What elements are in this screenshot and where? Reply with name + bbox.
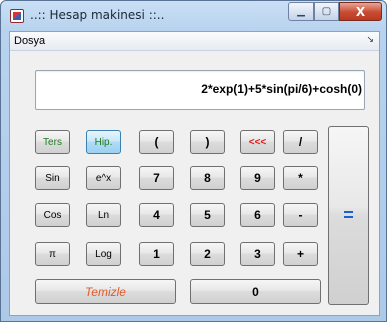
clear-button[interactable]: Temizle: [35, 279, 176, 304]
digit-1-button[interactable]: 1: [139, 242, 174, 266]
digit-7-button[interactable]: 7: [139, 166, 174, 190]
open-paren-button[interactable]: (: [139, 130, 174, 154]
digit-2-button[interactable]: 2: [190, 242, 225, 266]
backspace-button[interactable]: <<<: [240, 130, 275, 154]
close-button[interactable]: X: [339, 2, 382, 21]
menu-bar: Dosya ↘: [10, 32, 379, 51]
divide-button[interactable]: /: [283, 130, 318, 154]
cos-button[interactable]: Cos: [35, 203, 70, 227]
expression-display[interactable]: 2*exp(1)+5*sin(pi/6)+cosh(0): [35, 70, 365, 110]
menu-overflow-icon[interactable]: ↘: [366, 35, 374, 45]
expression-text: 2*exp(1)+5*sin(pi/6)+cosh(0): [201, 82, 362, 96]
exp-button[interactable]: e^x: [86, 166, 121, 190]
calculator-window: ..:: Hesap makinesi ::.. ▁ ▢ X Dosya ↘ 2…: [0, 0, 387, 322]
digit-6-button[interactable]: 6: [240, 203, 275, 227]
digit-8-button[interactable]: 8: [190, 166, 225, 190]
ln-button[interactable]: Ln: [86, 203, 121, 227]
digit-9-button[interactable]: 9: [240, 166, 275, 190]
hip-button[interactable]: Hip.: [86, 130, 121, 154]
client-area: Dosya ↘ 2*exp(1)+5*sin(pi/6)+cosh(0) Ter…: [9, 31, 380, 316]
plus-button[interactable]: +: [283, 242, 318, 266]
minimize-button[interactable]: ▁: [288, 2, 314, 21]
multiply-button[interactable]: *: [283, 166, 318, 190]
ters-button[interactable]: Ters: [35, 130, 70, 154]
digit-4-button[interactable]: 4: [139, 203, 174, 227]
menu-item-dosya[interactable]: Dosya: [14, 35, 45, 47]
app-icon[interactable]: [10, 9, 24, 23]
close-paren-button[interactable]: ): [190, 130, 225, 154]
digit-0-button[interactable]: 0: [190, 279, 321, 304]
window-title: ..:: Hesap makinesi ::..: [30, 8, 165, 22]
digit-5-button[interactable]: 5: [190, 203, 225, 227]
digit-3-button[interactable]: 3: [240, 242, 275, 266]
pi-button[interactable]: π: [35, 242, 70, 266]
maximize-button[interactable]: ▢: [314, 2, 339, 21]
equals-button[interactable]: =: [328, 126, 369, 305]
log-button[interactable]: Log: [86, 242, 121, 266]
minus-button[interactable]: -: [283, 203, 318, 227]
title-bar[interactable]: ..:: Hesap makinesi ::.. ▁ ▢ X: [1, 1, 386, 31]
sin-button[interactable]: Sin: [35, 166, 70, 190]
